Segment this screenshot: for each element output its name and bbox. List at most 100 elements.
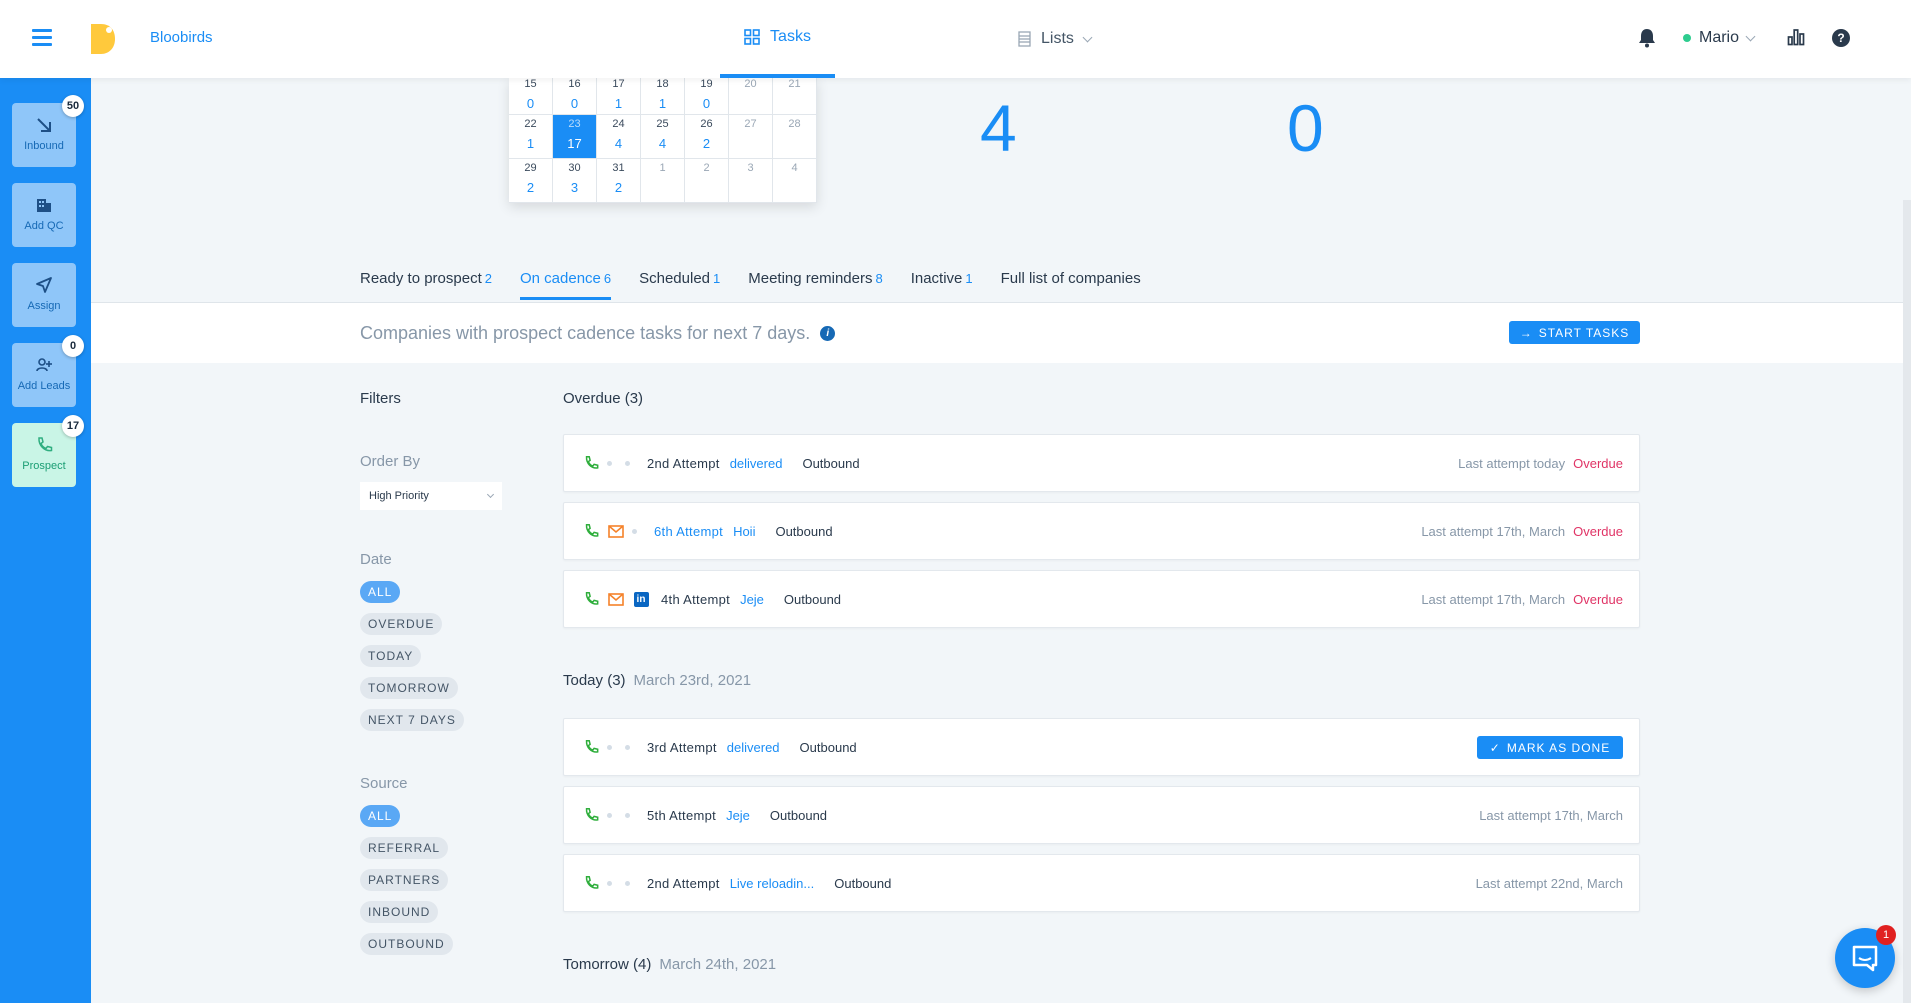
sidebar-item-add-leads[interactable]: Add Leads 0 <box>12 335 84 407</box>
sidebar-item-inbound[interactable]: Inbound 50 <box>12 95 84 167</box>
calendar-day[interactable]: 28 <box>773 115 817 159</box>
calendar-day[interactable]: 22 1 <box>509 115 553 159</box>
email-icon[interactable] <box>607 522 625 540</box>
arrow-right-icon: → <box>1519 325 1533 340</box>
tab-inactive[interactable]: Inactive 1 <box>911 270 973 300</box>
chevron-down-icon <box>1082 32 1093 42</box>
task-tag[interactable]: Jeje <box>726 808 750 823</box>
tab-full-list-of-companies[interactable]: Full list of companies <box>1001 270 1141 300</box>
task-card[interactable]: 6th Attempt Hoii Outbound Last attempt 1… <box>563 502 1640 560</box>
date-filter-all[interactable]: ALL <box>360 581 401 603</box>
sidebar-item-assign[interactable]: Assign <box>12 263 76 327</box>
calendar-day[interactable]: 4 <box>773 159 817 203</box>
bloobirds-logo[interactable] <box>88 22 118 55</box>
sidebar-item-add-qc[interactable]: Add QC <box>12 183 76 247</box>
source-filter-referral[interactable]: REFERRAL <box>360 837 449 859</box>
tab-ready-to-prospect[interactable]: Ready to prospect 2 <box>360 270 492 300</box>
building-icon <box>37 199 51 212</box>
subheader: Companies with prospect cadence tasks fo… <box>91 303 1903 363</box>
placeholder-dot-icon <box>632 528 637 534</box>
calendar-day[interactable]: 18 1 <box>641 78 685 115</box>
tab-on-cadence[interactable]: On cadence 6 <box>519 270 612 300</box>
mark-as-done-button[interactable]: ✓ MARK AS DONE <box>1477 736 1623 759</box>
calendar-day[interactable]: 29 2 <box>509 159 553 203</box>
order-by-label: Order By <box>360 453 421 470</box>
help-icon[interactable]: ? <box>1832 29 1850 47</box>
user-menu[interactable]: Mario <box>1683 29 1756 47</box>
phone-icon[interactable] <box>582 590 600 608</box>
bell-icon[interactable] <box>1638 28 1656 48</box>
phone-icon[interactable] <box>582 806 600 824</box>
calendar-day[interactable]: 26 2 <box>685 115 729 159</box>
phone-icon[interactable] <box>582 454 600 472</box>
task-card[interactable]: 2nd Attempt Live reloadin... Outbound La… <box>563 854 1640 912</box>
info-icon[interactable]: i <box>820 326 836 341</box>
calendar-day[interactable]: 3 <box>729 159 773 203</box>
nav-lists-label: Lists <box>1041 30 1074 47</box>
grid-icon <box>744 29 760 45</box>
date-filter-next-7-days[interactable]: NEXT 7 DAYS <box>360 709 464 731</box>
source-filter-all[interactable]: ALL <box>360 805 401 827</box>
task-card[interactable]: 3rd Attempt delivered Outbound ✓ MARK AS … <box>563 718 1640 776</box>
sidebar-item-label: Assign <box>27 300 61 312</box>
calendar-day-selected[interactable]: 23 17 <box>553 115 597 159</box>
source-filter-outbound[interactable]: OUTBOUND <box>360 933 453 955</box>
calendar-week-row: 29 2 30 3 31 2 1 2 3 4 <box>509 159 817 203</box>
task-card[interactable]: 2nd Attempt delivered Outbound Last atte… <box>563 434 1640 492</box>
calendar-day[interactable]: 21 <box>773 78 817 115</box>
order-by-select[interactable]: High Priority <box>360 482 502 510</box>
check-icon: ✓ <box>1489 740 1501 755</box>
menu-icon[interactable] <box>32 29 52 47</box>
calendar-day[interactable]: 20 <box>729 78 773 115</box>
nav-lists[interactable]: Lists <box>1018 0 1093 78</box>
calendar-day[interactable]: 1 <box>641 159 685 203</box>
calendar-day[interactable]: 2 <box>685 159 729 203</box>
calendar-day[interactable]: 15 0 <box>509 78 553 115</box>
date-filter-today[interactable]: TODAY <box>360 645 422 667</box>
sidebar-item-prospect[interactable]: Prospect 17 <box>12 415 84 487</box>
task-tag[interactable]: Jeje <box>740 592 764 607</box>
source-filter-partners[interactable]: PARTNERS <box>360 869 449 891</box>
task-meta: Last attempt today Overdue <box>1458 455 1623 471</box>
source-filter-inbound[interactable]: INBOUND <box>360 901 439 923</box>
task-tag[interactable]: Hoii <box>733 524 755 539</box>
linkedin-icon[interactable]: in <box>632 590 650 608</box>
calendar-day[interactable]: 17 1 <box>597 78 641 115</box>
scrollbar[interactable] <box>1903 200 1911 1003</box>
calendar-day[interactable]: 31 2 <box>597 159 641 203</box>
phone-icon[interactable] <box>582 738 600 756</box>
chevron-down-icon <box>1745 31 1756 41</box>
task-tag[interactable]: delivered <box>727 740 780 755</box>
calendar-day[interactable]: 30 3 <box>553 159 597 203</box>
phone-icon[interactable] <box>582 874 600 892</box>
attempt-label: 6th Attempt <box>654 523 724 539</box>
date-filter-tomorrow[interactable]: TOMORROW <box>360 677 458 699</box>
tab-meeting-reminders[interactable]: Meeting reminders 8 <box>748 270 882 300</box>
attempt-label: 5th Attempt <box>647 807 717 823</box>
calendar-day[interactable]: 19 0 <box>685 78 729 115</box>
online-status-icon <box>1683 34 1691 42</box>
calendar-day[interactable]: 25 4 <box>641 115 685 159</box>
overdue-status: Overdue <box>1573 523 1623 539</box>
phone-icon[interactable] <box>582 522 600 540</box>
bar-chart-icon[interactable] <box>1787 28 1805 46</box>
sidebar-item-label: Add Leads <box>17 380 71 392</box>
nav-tasks[interactable]: Tasks <box>720 0 835 78</box>
start-tasks-button[interactable]: → START TASKS <box>1509 321 1640 344</box>
task-meta: Last attempt 17th, March <box>1479 807 1623 823</box>
brand-name[interactable]: Bloobirds <box>150 29 213 46</box>
count-badge: 50 <box>62 95 84 117</box>
calendar-day[interactable]: 24 4 <box>597 115 641 159</box>
email-icon[interactable] <box>607 590 625 608</box>
task-tag[interactable]: delivered <box>730 456 783 471</box>
date-filter-overdue[interactable]: OVERDUE <box>360 613 443 635</box>
task-card[interactable]: in 4th Attempt Jeje Outbound Last attemp… <box>563 570 1640 628</box>
task-tag[interactable]: Live reloadin... <box>730 876 815 891</box>
calendar-day[interactable]: 16 0 <box>553 78 597 115</box>
calendar-day[interactable]: 27 <box>729 115 773 159</box>
tab-scheduled[interactable]: Scheduled 1 <box>639 270 720 300</box>
nav-tasks-label: Tasks <box>770 28 811 45</box>
overdue-status: Overdue <box>1573 455 1623 471</box>
chat-notification-badge: 1 <box>1876 925 1896 945</box>
task-card[interactable]: 5th Attempt Jeje Outbound Last attempt 1… <box>563 786 1640 844</box>
